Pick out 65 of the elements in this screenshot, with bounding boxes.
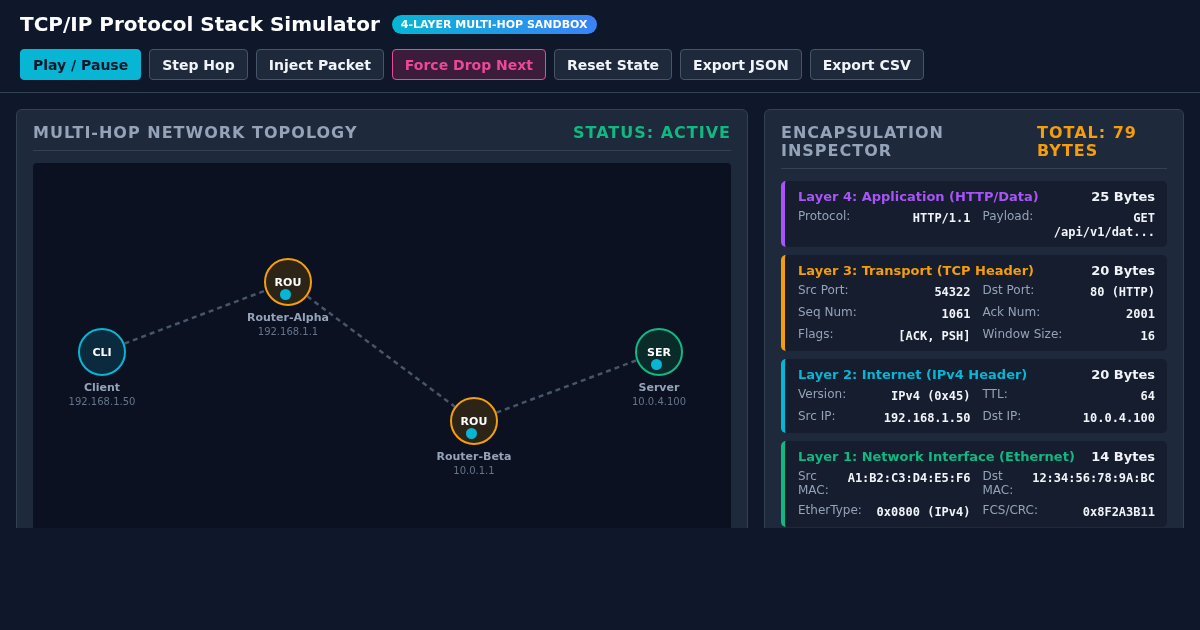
node-ip: 192.168.1.1 bbox=[257, 326, 319, 337]
field-label: TTL: bbox=[982, 387, 1008, 403]
node-name: Router-Beta bbox=[436, 450, 512, 463]
field-value: 64 bbox=[1140, 388, 1155, 403]
layer-title: Layer 1: Network Interface (Ethernet) bbox=[798, 449, 1075, 464]
node-name: Client bbox=[83, 381, 121, 394]
field-value: 1061 bbox=[941, 306, 971, 321]
field-value: 12:34:56:78:9A:BC bbox=[1032, 470, 1155, 487]
layer-title: Layer 3: Transport (TCP Header) bbox=[798, 263, 1034, 278]
layer-size: 25 Bytes bbox=[1091, 189, 1155, 204]
field-value: HTTP/1.1 bbox=[912, 210, 971, 227]
field-label: Dst Port: bbox=[982, 283, 1035, 299]
toolbar-button[interactable]: Inject Packet bbox=[255, 49, 384, 80]
field-label: Version: bbox=[798, 387, 847, 403]
field-label: Src IP: bbox=[798, 409, 836, 425]
network-node[interactable]: ROU bbox=[450, 397, 498, 445]
field-value: 10.0.4.100 bbox=[1082, 410, 1155, 425]
field-value: 0x8F2A3B11 bbox=[1082, 504, 1155, 519]
toolbar-button[interactable]: Export CSV bbox=[809, 49, 924, 80]
field-label: Payload: bbox=[982, 209, 1034, 225]
field-label: Flags: bbox=[798, 327, 834, 343]
toolbar-button[interactable]: Reset State bbox=[554, 49, 673, 80]
layer-title: Layer 4: Application (HTTP/Data) bbox=[798, 189, 1039, 204]
field-label: Window Size: bbox=[982, 327, 1063, 343]
layer-size: 14 Bytes bbox=[1091, 449, 1155, 464]
node-ip: 10.0.4.100 bbox=[631, 396, 687, 407]
network-node[interactable]: ROU bbox=[264, 258, 312, 306]
field-value: GET /api/v1/dat... bbox=[1052, 210, 1155, 239]
network-node[interactable]: CLI bbox=[78, 328, 126, 376]
field-value: 2001 bbox=[1126, 306, 1155, 321]
field-value: 80 (HTTP) bbox=[1089, 284, 1155, 299]
total-bytes: TOTAL: 79 BYTES bbox=[1037, 124, 1138, 160]
field-label: FCS/CRC: bbox=[982, 503, 1038, 519]
node-ip: 192.168.1.50 bbox=[68, 396, 136, 407]
field-value: 54322 bbox=[934, 284, 971, 299]
field-value: [ACK, PSH] bbox=[898, 328, 971, 343]
field-value: 192.168.1.50 bbox=[883, 410, 971, 425]
layer-size: 20 Bytes bbox=[1091, 263, 1155, 278]
field-value: 16 bbox=[1140, 328, 1155, 343]
field-value: 0x0800 (IPv4) bbox=[876, 504, 971, 519]
field-label: Protocol: bbox=[798, 209, 851, 225]
toolbar-button[interactable]: Force Drop Next bbox=[391, 49, 546, 80]
app-title: TCP/IP Protocol Stack Simulator bbox=[20, 12, 380, 36]
field-label: Seq Num: bbox=[798, 305, 857, 321]
field-label: Src MAC: bbox=[798, 469, 830, 497]
field-label: Src Port: bbox=[798, 283, 849, 299]
toolbar-button[interactable]: Play / Pause bbox=[20, 49, 142, 80]
toolbar-button[interactable]: Export JSON bbox=[680, 49, 802, 80]
field-label: EtherType: bbox=[798, 503, 862, 519]
field-value: IPv4 (0x45) bbox=[891, 388, 971, 403]
mode-badge: 4-LAYER MULTI-HOP SANDBOX bbox=[391, 14, 597, 34]
panel-title: MULTI-HOP NETWORK TOPOLOGY bbox=[33, 124, 358, 142]
toolbar-button[interactable]: Step Hop bbox=[149, 49, 248, 80]
field-value: A1:B2:C3:D4:E5:F6 bbox=[847, 470, 971, 487]
layer-size: 20 Bytes bbox=[1091, 367, 1155, 382]
status-label: STATUS: ACTIVE bbox=[572, 124, 731, 142]
node-ip: 10.0.1.1 bbox=[453, 465, 495, 476]
node-name: Router-Alpha bbox=[247, 311, 329, 324]
layer-title: Layer 2: Internet (IPv4 Header) bbox=[798, 367, 1028, 382]
panel-title: ENCAPSULATION INSPECTOR bbox=[781, 124, 945, 160]
network-node[interactable]: SER bbox=[635, 328, 683, 376]
field-label: Ack Num: bbox=[982, 305, 1041, 321]
field-label: Dst MAC: bbox=[982, 469, 1015, 497]
node-name: Server bbox=[638, 381, 680, 394]
field-label: Dst IP: bbox=[982, 409, 1022, 425]
